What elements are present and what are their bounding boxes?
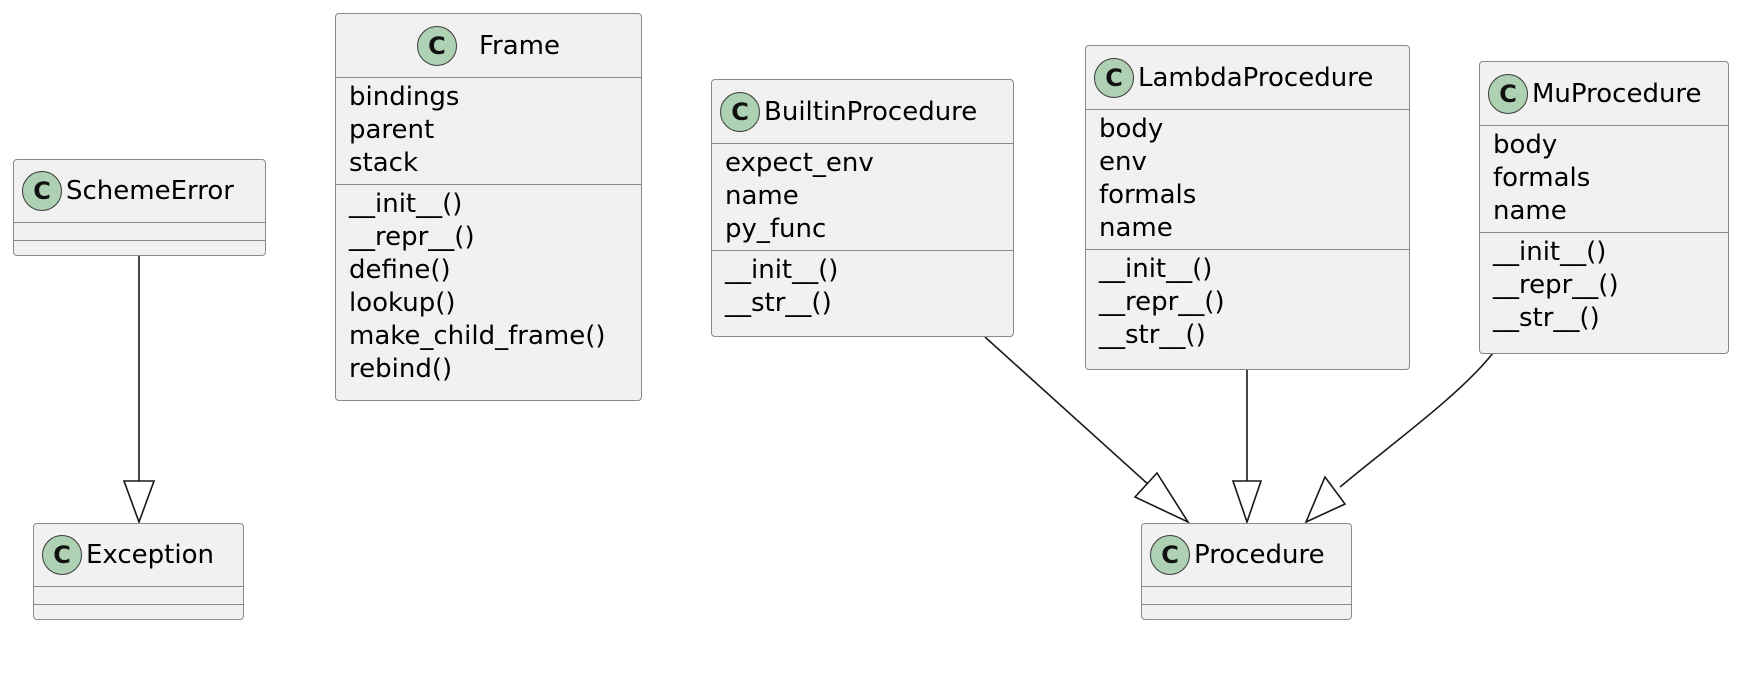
method: __init__() bbox=[1493, 237, 1607, 267]
inheritance-arrowhead bbox=[1231, 480, 1263, 525]
attribute: formals bbox=[1493, 163, 1591, 193]
attributes-section bbox=[1142, 587, 1351, 604]
class-name: Frame bbox=[478, 30, 560, 61]
class-header: C Frame bbox=[336, 14, 641, 78]
class-header: C Exception bbox=[34, 524, 243, 587]
attributes-section bbox=[14, 223, 265, 240]
class-header: C Procedure bbox=[1142, 524, 1351, 587]
attributes-section: bindings parent stack bbox=[336, 78, 641, 184]
attribute: name bbox=[1099, 213, 1173, 243]
attribute: stack bbox=[349, 148, 419, 178]
method: make_child_frame() bbox=[349, 321, 606, 351]
class-header: C LambdaProcedure bbox=[1086, 46, 1409, 110]
methods-section: __init__() __repr__() __str__() bbox=[1086, 249, 1409, 356]
class-header: C BuiltinProcedure bbox=[712, 80, 1013, 144]
methods-section: __init__() __repr__() define() lookup() … bbox=[336, 184, 641, 390]
method: __repr__() bbox=[1099, 287, 1225, 317]
method: __init__() bbox=[1099, 254, 1213, 284]
edge-muprocedure-procedure bbox=[1339, 352, 1494, 488]
class-frame[interactable]: C Frame bindings parent stack __init__()… bbox=[335, 13, 642, 401]
methods-section: __init__() __str__() bbox=[712, 250, 1013, 324]
method: __str__() bbox=[1493, 303, 1600, 333]
method: __init__() bbox=[725, 255, 839, 285]
attributes-section: body env formals name bbox=[1086, 110, 1409, 249]
method: __str__() bbox=[725, 288, 832, 318]
class-c-icon: C bbox=[416, 25, 457, 66]
class-schemeerror[interactable]: C SchemeError bbox=[13, 159, 266, 256]
class-name: SchemeError bbox=[66, 176, 234, 206]
attribute: parent bbox=[349, 115, 435, 145]
methods-section bbox=[34, 604, 243, 621]
attribute: body bbox=[1493, 130, 1558, 160]
class-name: BuiltinProcedure bbox=[764, 96, 978, 127]
method: __repr__() bbox=[349, 222, 475, 252]
method: rebind() bbox=[349, 354, 453, 384]
class-exception[interactable]: C Exception bbox=[33, 523, 244, 620]
method: lookup() bbox=[349, 288, 456, 318]
class-name: Procedure bbox=[1194, 540, 1325, 570]
attributes-section: expect_env name py_func bbox=[712, 144, 1013, 250]
attribute: env bbox=[1099, 147, 1147, 177]
class-name: Exception bbox=[86, 540, 214, 570]
attribute: name bbox=[1493, 196, 1567, 226]
class-c-icon: C bbox=[42, 535, 82, 575]
attribute: py_func bbox=[725, 214, 827, 244]
attribute: bindings bbox=[349, 82, 460, 112]
attributes-section bbox=[34, 587, 243, 604]
class-c-icon: C bbox=[1488, 73, 1528, 114]
class-lambdaprocedure[interactable]: C LambdaProcedure body env formals name … bbox=[1085, 45, 1410, 370]
class-c-icon: C bbox=[1150, 535, 1190, 575]
method: define() bbox=[349, 255, 451, 285]
attribute: name bbox=[725, 181, 799, 211]
class-name: LambdaProcedure bbox=[1138, 62, 1374, 93]
attribute: body bbox=[1099, 114, 1164, 144]
class-c-icon: C bbox=[1094, 57, 1134, 98]
method: __init__() bbox=[349, 189, 463, 219]
class-c-icon: C bbox=[22, 171, 62, 211]
methods-section bbox=[14, 240, 265, 257]
attributes-section: body formals name bbox=[1480, 126, 1728, 232]
class-header: C SchemeError bbox=[14, 160, 265, 223]
class-c-icon: C bbox=[720, 91, 760, 132]
methods-section bbox=[1142, 604, 1351, 621]
attribute: expect_env bbox=[725, 148, 874, 178]
method: __str__() bbox=[1099, 320, 1206, 350]
class-name: MuProcedure bbox=[1532, 78, 1702, 109]
methods-section: __init__() __repr__() __str__() bbox=[1480, 232, 1728, 339]
class-header: C MuProcedure bbox=[1480, 62, 1728, 126]
class-procedure[interactable]: C Procedure bbox=[1141, 523, 1352, 620]
inheritance-arrowhead bbox=[1304, 475, 1347, 524]
class-builtinprocedure[interactable]: C BuiltinProcedure expect_env name py_fu… bbox=[711, 79, 1014, 337]
method: __repr__() bbox=[1493, 270, 1619, 300]
attribute: formals bbox=[1099, 180, 1197, 210]
class-muprocedure[interactable]: C MuProcedure body formals name __init__… bbox=[1479, 61, 1729, 354]
inheritance-arrowhead bbox=[122, 480, 156, 525]
